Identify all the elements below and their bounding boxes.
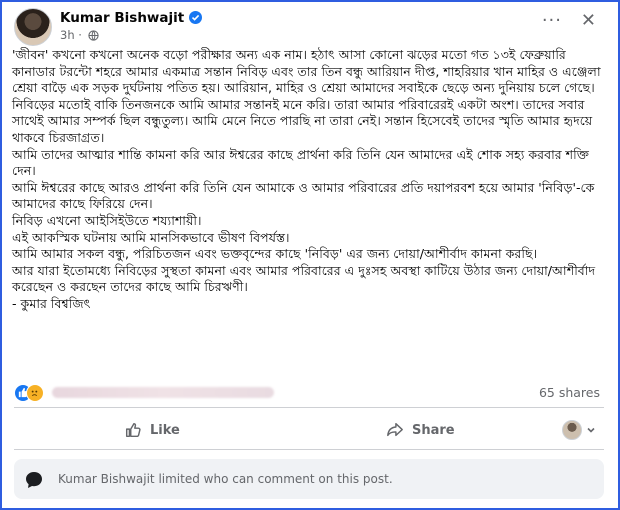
thumbs-up-icon — [125, 422, 141, 438]
post-time[interactable]: 3h — [60, 28, 75, 42]
post-body: 'জীবন' কখনো কখনো অনেক বড়ো পরীক্ষার অন্য… — [12, 47, 606, 313]
like-button[interactable]: Like — [124, 412, 180, 448]
close-icon[interactable]: ✕ — [581, 10, 596, 32]
react-as-selector[interactable] — [562, 412, 596, 448]
share-arrow-icon — [387, 422, 403, 437]
divider — [14, 449, 604, 450]
author-name[interactable]: Kumar Bishwajit — [60, 10, 184, 26]
post-header: Kumar Bishwajit 3h · ··· ✕ — [14, 8, 604, 46]
post-paragraph: আর যারা ইতোমধ্যে নিবিড়ের সুস্থতা কামনা … — [12, 262, 596, 295]
post-meta: 3h · — [60, 28, 99, 44]
shares-count[interactable]: 65 shares — [539, 385, 600, 400]
more-options-icon[interactable]: ··· — [542, 12, 562, 30]
reaction-names-redacted — [52, 387, 274, 398]
profile-avatar — [562, 420, 582, 440]
action-bar: Like Share — [14, 412, 604, 448]
verified-badge-icon — [189, 11, 203, 24]
post-paragraph: আমি ঈশ্বরের কাছে আরও প্রার্থনা করি তিনি … — [12, 179, 595, 212]
post-paragraph: এই আকস্মিক ঘটনায় আমি মানসিকভাবে ভীষণ বি… — [12, 229, 290, 245]
notice-text: Kumar Bishwajit limited who can comment … — [58, 472, 393, 486]
globe-icon — [87, 30, 99, 44]
comment-bubble-icon — [26, 472, 42, 488]
author-avatar[interactable] — [14, 8, 52, 46]
share-button[interactable]: Share — [386, 412, 455, 448]
sad-reaction-icon[interactable] — [26, 384, 44, 402]
share-label: Share — [412, 422, 455, 438]
chevron-down-icon — [587, 427, 595, 433]
post-signature: - কুমার বিশ্বজিৎ — [12, 295, 91, 311]
post-paragraph: নিবিড় এখনো আইসিইউতে শয্যাশায়ী। — [12, 212, 202, 228]
post-paragraph: আমি আমার সকল বন্ধু, পরিচিতজন এবং ভক্তবৃন… — [12, 246, 538, 262]
divider — [14, 407, 604, 408]
comment-restriction-notice: Kumar Bishwajit limited who can comment … — [14, 459, 604, 499]
post-paragraph: নিবিড়ের মতোই বাকি তিনজনকে আমি আমার সন্ত… — [12, 96, 593, 145]
reactions-bar: 65 shares — [14, 383, 604, 403]
author-name-row: Kumar Bishwajit — [60, 10, 203, 26]
post-paragraph: 'জীবন' কখনো কখনো অনেক বড়ো পরীক্ষার অন্য… — [12, 47, 601, 96]
post-paragraph: আমি তাদের আত্মার শান্তি কামনা করি আর ঈশ্… — [12, 146, 589, 179]
like-label: Like — [150, 422, 180, 438]
post-card: Kumar Bishwajit 3h · ··· ✕ 'জীবন' কখনো ক… — [0, 0, 620, 510]
